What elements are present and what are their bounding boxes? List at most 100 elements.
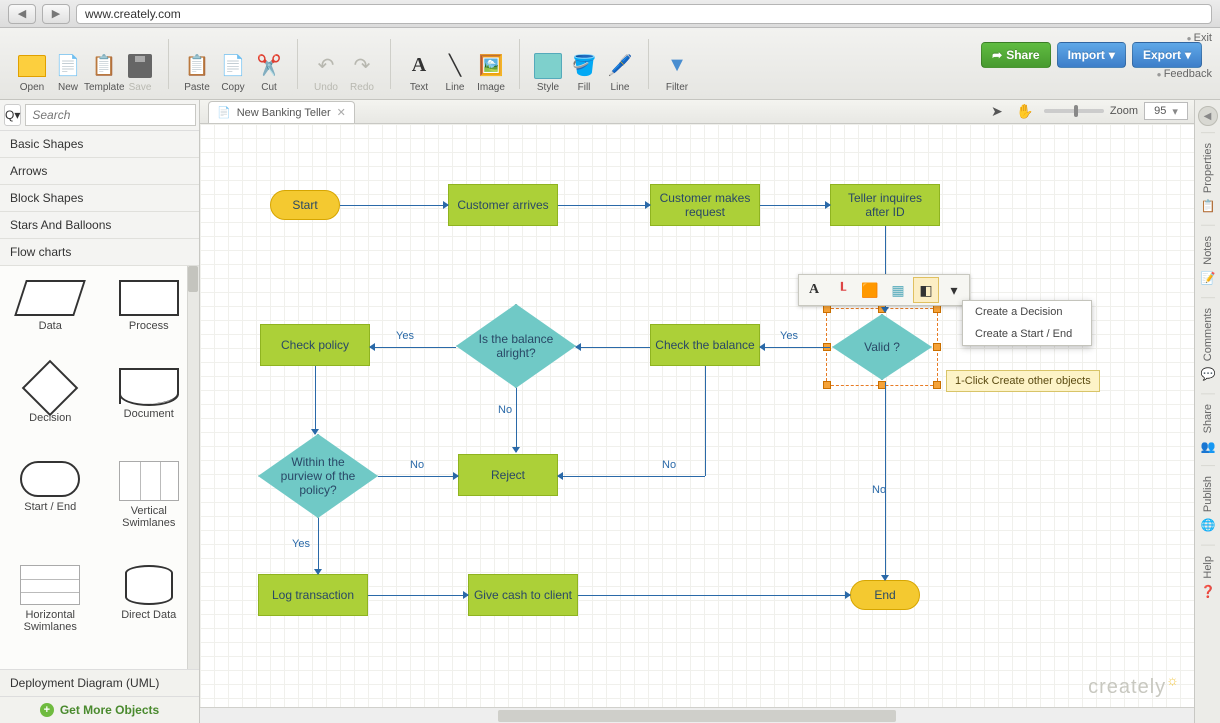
shape-direct-data[interactable]: Direct Data bbox=[103, 561, 196, 659]
selection-box bbox=[826, 308, 938, 386]
new-button[interactable]: 📄New bbox=[50, 35, 86, 93]
save-button[interactable]: Save bbox=[122, 35, 158, 93]
search-input[interactable] bbox=[25, 104, 196, 126]
template-button[interactable]: 📋Template bbox=[86, 35, 122, 93]
export-button[interactable]: Export▾ bbox=[1132, 42, 1202, 68]
edge-label-no: No bbox=[410, 459, 424, 471]
node-is-balance[interactable]: Is the balance alright? bbox=[456, 304, 576, 388]
notes-icon: 📝 bbox=[1201, 271, 1215, 285]
tab-properties[interactable]: 📋Properties bbox=[1201, 132, 1215, 223]
copy-button[interactable]: 📄Copy bbox=[215, 35, 251, 93]
connector[interactable] bbox=[340, 205, 448, 206]
get-more-objects[interactable]: +Get More Objects bbox=[0, 696, 199, 723]
fill-tool[interactable]: 🪣Fill bbox=[566, 35, 602, 93]
shape-horizontal-swimlanes[interactable]: Horizontal Swimlanes bbox=[4, 561, 97, 659]
connector[interactable] bbox=[760, 347, 830, 348]
text-tool[interactable]: AText bbox=[401, 35, 437, 93]
watermark: creately☼ bbox=[1088, 676, 1180, 699]
category-arrows[interactable]: Arrows bbox=[0, 158, 199, 185]
line-tool[interactable]: ╲Line bbox=[437, 35, 473, 93]
connector[interactable] bbox=[558, 476, 705, 477]
filter-tool[interactable]: ▼Filter bbox=[659, 35, 695, 93]
edge-label-no: No bbox=[872, 484, 886, 496]
hand-tool[interactable]: ✋ bbox=[1016, 102, 1034, 120]
browser-bar: ◀ ▶ www.creately.com bbox=[0, 0, 1220, 28]
comments-icon: 💬 bbox=[1201, 367, 1215, 381]
node-log-transaction[interactable]: Log transaction bbox=[258, 574, 368, 616]
menu-create-decision[interactable]: Create a Decision bbox=[963, 301, 1091, 323]
node-teller-inquires[interactable]: Teller inquires after ID bbox=[830, 184, 940, 226]
tab-notes[interactable]: 📝Notes bbox=[1201, 225, 1215, 295]
zoom-slider[interactable] bbox=[1044, 109, 1104, 113]
menu-create-startend[interactable]: Create a Start / End bbox=[963, 323, 1091, 345]
import-button[interactable]: Import▾ bbox=[1057, 42, 1126, 68]
shape-decision[interactable]: Decision bbox=[4, 364, 97, 450]
shape-start-end[interactable]: Start / End bbox=[4, 457, 97, 555]
edge-label-yes: Yes bbox=[292, 538, 310, 550]
shape-scrollbar[interactable] bbox=[187, 266, 199, 669]
feedback-link[interactable]: Feedback bbox=[1157, 68, 1212, 80]
connector[interactable] bbox=[558, 205, 650, 206]
shapes-panel: Q▾ Basic Shapes Arrows Block Shapes Star… bbox=[0, 100, 200, 723]
ctx-layers-icon[interactable]: 🟧 bbox=[857, 277, 883, 303]
style-tool[interactable]: Style bbox=[530, 35, 566, 93]
cut-button[interactable]: ✂️Cut bbox=[251, 35, 287, 93]
ctx-table-icon[interactable]: ▦ bbox=[885, 277, 911, 303]
canvas[interactable]: Start Customer arrives Customer makes re… bbox=[200, 124, 1194, 707]
share-icon: 👥 bbox=[1201, 439, 1215, 453]
node-start[interactable]: Start bbox=[270, 190, 340, 220]
image-tool[interactable]: 🖼️Image bbox=[473, 35, 509, 93]
node-check-balance[interactable]: Check the balance bbox=[650, 324, 760, 366]
category-block-shapes[interactable]: Block Shapes bbox=[0, 185, 199, 212]
url-input[interactable]: www.creately.com bbox=[76, 4, 1212, 24]
connector[interactable] bbox=[516, 388, 517, 452]
node-customer-makes[interactable]: Customer makes request bbox=[650, 184, 760, 226]
shape-document[interactable]: Document bbox=[103, 364, 196, 450]
horizontal-scrollbar[interactable] bbox=[200, 707, 1194, 723]
collapse-handle[interactable]: ◀ bbox=[1198, 106, 1218, 126]
connector[interactable] bbox=[885, 382, 886, 580]
category-stars-balloons[interactable]: Stars And Balloons bbox=[0, 212, 199, 239]
forward-button[interactable]: ▶ bbox=[42, 4, 70, 24]
document-tabbar: 📄 New Banking Teller ✕ ➤ ✋ Zoom 95▾ bbox=[200, 100, 1194, 124]
tab-help[interactable]: ❓Help bbox=[1201, 545, 1215, 609]
node-give-cash[interactable]: Give cash to client bbox=[468, 574, 578, 616]
redo-button[interactable]: ↷Redo bbox=[344, 35, 380, 93]
node-customer-arrives[interactable]: Customer arrives bbox=[448, 184, 558, 226]
tab-comments[interactable]: 💬Comments bbox=[1201, 297, 1215, 391]
search-icon[interactable]: Q▾ bbox=[4, 104, 21, 126]
connector[interactable] bbox=[368, 595, 468, 596]
close-tab-icon[interactable]: ✕ bbox=[337, 106, 346, 119]
line-style-tool[interactable]: 🖊️Line bbox=[602, 35, 638, 93]
tab-publish[interactable]: 🌐Publish bbox=[1201, 465, 1215, 542]
category-deployment-uml[interactable]: Deployment Diagram (UML) bbox=[0, 669, 199, 696]
connector[interactable] bbox=[576, 347, 650, 348]
connector[interactable] bbox=[315, 366, 316, 434]
connector[interactable] bbox=[760, 205, 830, 206]
connector[interactable] bbox=[318, 518, 319, 574]
connector[interactable] bbox=[705, 366, 706, 476]
connector[interactable] bbox=[378, 476, 458, 477]
category-basic-shapes[interactable]: Basic Shapes bbox=[0, 131, 199, 158]
ctx-create-icon[interactable]: ◧ bbox=[913, 277, 939, 303]
shape-data[interactable]: Data bbox=[4, 276, 97, 358]
tab-share[interactable]: 👥Share bbox=[1201, 393, 1215, 463]
category-flow-charts[interactable]: Flow charts bbox=[0, 239, 199, 266]
ctx-connector-icon[interactable]: ┖ bbox=[829, 277, 855, 303]
shape-process[interactable]: Process bbox=[103, 276, 196, 358]
pointer-tool[interactable]: ➤ bbox=[988, 102, 1006, 120]
node-reject[interactable]: Reject bbox=[458, 454, 558, 496]
document-tab[interactable]: 📄 New Banking Teller ✕ bbox=[208, 101, 355, 123]
paste-button[interactable]: 📋Paste bbox=[179, 35, 215, 93]
share-button[interactable]: ➦Share bbox=[981, 42, 1050, 68]
shape-vertical-swimlanes[interactable]: Vertical Swimlanes bbox=[103, 457, 196, 555]
node-within-policy[interactable]: Within the purview of the policy? bbox=[258, 434, 378, 518]
open-button[interactable]: Open bbox=[14, 35, 50, 93]
node-check-policy[interactable]: Check policy bbox=[260, 324, 370, 366]
undo-button[interactable]: ↶Undo bbox=[308, 35, 344, 93]
zoom-value[interactable]: 95▾ bbox=[1144, 102, 1188, 120]
connector[interactable] bbox=[370, 347, 456, 348]
connector[interactable] bbox=[578, 595, 850, 596]
back-button[interactable]: ◀ bbox=[8, 4, 36, 24]
ctx-text-icon[interactable]: A bbox=[801, 277, 827, 303]
